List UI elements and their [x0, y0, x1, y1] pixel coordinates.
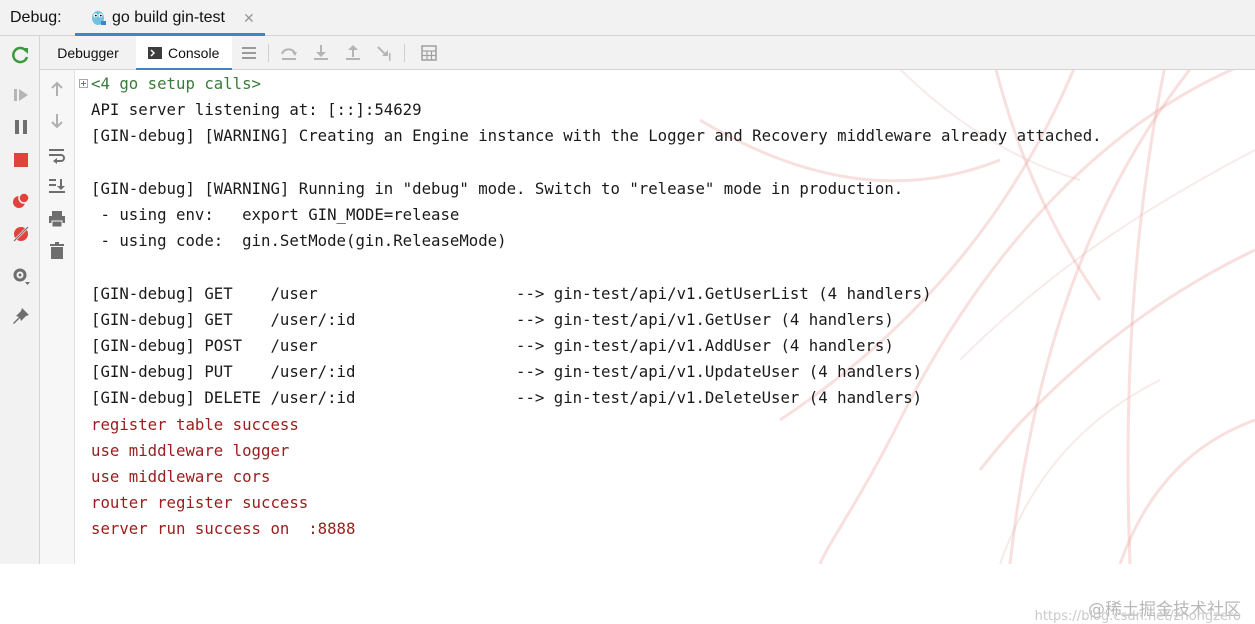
close-tab-icon[interactable]: ✕: [243, 10, 255, 27]
run-config-tab[interactable]: go build gin-test ✕: [75, 0, 265, 36]
console-line: [GIN-debug] PUT /user/:id --> gin-test/a…: [91, 362, 923, 382]
pin-icon[interactable]: [11, 306, 31, 326]
console-line: server run success on :8888: [91, 519, 356, 539]
settings-icon[interactable]: [11, 266, 31, 286]
go-setup-calls-fold[interactable]: <4 go setup calls>: [91, 71, 261, 97]
evaluate-icon[interactable]: [420, 44, 438, 62]
scroll-up-icon[interactable]: [48, 80, 66, 98]
run-config-tab-label: go build gin-test: [112, 9, 225, 26]
clear-all-icon[interactable]: [48, 242, 66, 260]
console-output[interactable]: <4 go setup calls> API server listening …: [75, 71, 1255, 624]
go-gopher-icon: [92, 11, 106, 25]
console-line: [GIN-debug] [WARNING] Running in "debug"…: [91, 178, 904, 198]
stop-icon[interactable]: [11, 150, 31, 170]
console-line: router register success: [91, 493, 309, 513]
debug-left-toolbar: [0, 36, 40, 564]
expand-fold-icon[interactable]: [79, 79, 88, 88]
toolbar-separator: [268, 44, 269, 62]
console-line: [GIN-debug] GET /user/:id --> gin-test/a…: [91, 309, 894, 329]
console-line: - using code: gin.SetMode(gin.ReleaseMod…: [91, 231, 507, 251]
step-out-icon[interactable]: [344, 44, 362, 62]
console-line: API server listening at: [::]:54629: [91, 100, 422, 120]
console-line: [GIN-debug] DELETE /user/:id --> gin-tes…: [91, 388, 923, 408]
print-icon[interactable]: [48, 210, 66, 228]
view-breakpoints-icon[interactable]: [11, 191, 31, 211]
soft-wrap-icon[interactable]: [48, 146, 66, 164]
menu-icon[interactable]: [240, 44, 258, 62]
mute-breakpoints-icon[interactable]: [11, 224, 31, 244]
console-line: register table success: [91, 414, 299, 434]
watermark-url: https://blog.csdn.net/zhongzero: [1034, 609, 1241, 624]
console-line: - using env: export GIN_MODE=release: [91, 205, 460, 224]
console-line: use middleware logger: [91, 440, 290, 460]
console-side-toolbar: [40, 70, 75, 564]
scroll-to-end-icon[interactable]: [48, 177, 66, 195]
debug-tool-window-header: Debug: go build gin-test ✕: [0, 0, 1255, 36]
run-to-cursor-icon[interactable]: [376, 44, 394, 62]
console-line: [GIN-debug] GET /user --> gin-test/api/v…: [91, 283, 932, 303]
resume-icon[interactable]: [11, 85, 31, 105]
pause-icon[interactable]: [11, 117, 31, 137]
debug-subtabs: Debugger Console: [40, 36, 1255, 70]
tab-console-label: Console: [168, 45, 220, 61]
tab-console[interactable]: Console: [136, 36, 232, 70]
tab-debugger[interactable]: Debugger: [40, 36, 136, 70]
console-line: use middleware cors: [91, 467, 271, 486]
step-into-icon[interactable]: [312, 44, 330, 62]
console-line: [GIN-debug] POST /user --> gin-test/api/…: [91, 336, 894, 355]
scroll-down-icon[interactable]: [48, 112, 66, 130]
debug-label: Debug:: [10, 9, 62, 26]
console-line: [GIN-debug] [WARNING] Creating an Engine…: [91, 126, 1102, 146]
console-icon: [148, 47, 162, 59]
toolbar-separator: [404, 44, 405, 62]
step-over-icon[interactable]: [280, 44, 298, 62]
rerun-icon[interactable]: [11, 45, 31, 65]
